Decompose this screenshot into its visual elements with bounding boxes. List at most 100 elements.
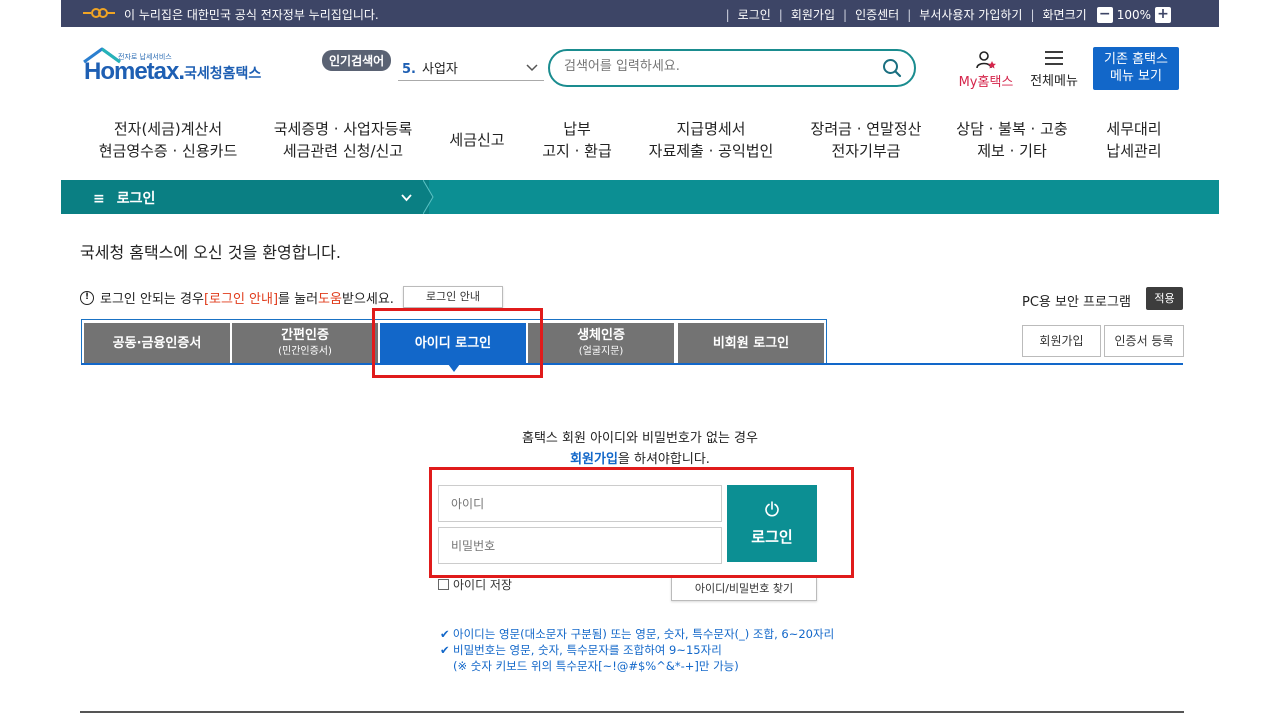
nav-label-line2: 납세관리 xyxy=(1106,142,1162,160)
chevron-down-icon xyxy=(401,194,412,202)
tab-sublabel: (얼굴지문) xyxy=(578,346,624,357)
nav-item-certificate[interactable]: 국세증명 · 사업자등록 세금관련 신청/신고 xyxy=(266,118,420,162)
search-box xyxy=(548,49,916,87)
nts-hometax-logo-text[interactable]: 국세청홈택스 xyxy=(184,63,261,83)
hometax-logo[interactable]: Hometax. xyxy=(84,58,185,86)
tab-underline xyxy=(81,363,1183,365)
chevron-down-icon[interactable] xyxy=(526,64,538,72)
user-star-icon xyxy=(976,51,996,69)
nav-label-line2: 자료제출 · 공익법인 xyxy=(648,142,774,160)
login-guide-button[interactable]: 로그인 안내 xyxy=(403,286,503,308)
legacy-menu-line1: 기존 홈택스 xyxy=(1104,52,1168,67)
pc-security-label: PC용 보안 프로그램 xyxy=(1022,295,1131,310)
breadcrumb-label: 로그인 xyxy=(116,191,156,207)
input-rules: ✔ 아이디는 영문(대소문자 구분됨) 또는 영문, 숫자, 특수문자(_) 조합… xyxy=(440,626,834,674)
help-text-help: 도움 xyxy=(318,292,342,307)
cert-register-button[interactable]: 인증서 등록 xyxy=(1104,325,1184,357)
tab-label: 생체인증 xyxy=(577,328,625,343)
checkbox-icon xyxy=(438,579,449,590)
gov-link-dept-user[interactable]: 부서사용자 가입하기 xyxy=(919,6,1022,23)
help-text-pre: 로그인 안되는 경우 xyxy=(100,292,204,307)
search-input[interactable] xyxy=(564,59,864,74)
nav-label-line2: 현금영수증 · 신용카드 xyxy=(98,142,238,160)
signup-link[interactable]: 회원가입 xyxy=(570,452,618,467)
rule-password: ✔ 비밀번호는 영문, 숫자, 특수문자를 조합하여 9~15자리 xyxy=(440,643,722,657)
popular-keyword-underline xyxy=(398,80,544,81)
gov-banner: 이 누리집은 대한민국 공식 전자정부 누리집입니다. | 로그인 | 회원가입… xyxy=(61,0,1219,27)
gov-banner-text: 이 누리집은 대한민국 공식 전자정부 누리집입니다. xyxy=(124,8,379,22)
zoom-out-button[interactable]: − xyxy=(1096,6,1113,23)
popular-keyword-rank: 5. xyxy=(402,62,416,77)
nav-item-statements[interactable]: 지급명세서 자료제출 · 공익법인 xyxy=(638,118,784,162)
menu-icon: ≡ xyxy=(93,191,105,207)
right-gutter xyxy=(1218,0,1280,720)
breadcrumb-dropdown[interactable]: ≡ 로그인 xyxy=(61,180,429,214)
nav-label-line1: 납부 xyxy=(563,120,591,138)
left-gutter xyxy=(0,0,61,720)
all-menu-button[interactable]: 전체메뉴 xyxy=(1026,50,1082,89)
save-id-label: 아이디 저장 xyxy=(453,578,513,592)
tab-non-member[interactable]: 비회원 로그인 xyxy=(678,323,824,365)
breadcrumb: ≡ 로그인 xyxy=(61,180,1219,214)
my-hometax-label: My홈택스 xyxy=(958,75,1014,90)
nav-item-tax-agent[interactable]: 세무대리 납세관리 xyxy=(1094,118,1174,162)
tab-label: 공동·금융인증서 xyxy=(112,336,202,351)
nav-item-consult[interactable]: 상담 · 불복 · 고충 제보 · 기타 xyxy=(948,118,1076,162)
gov-links: | 로그인 | 회원가입 | 인증센터 | 부서사용자 가입하기 | 화면크기 … xyxy=(718,6,1171,23)
check-icon: ✔ xyxy=(440,627,450,641)
legacy-menu-button[interactable]: 기존 홈택스 메뉴 보기 xyxy=(1093,47,1179,90)
nav-label-line2: 전자기부금 xyxy=(831,142,901,160)
nav-label-line1: 국세증명 · 사업자등록 xyxy=(273,120,413,138)
check-icon: ✔ xyxy=(440,643,450,657)
nav-item-einvoice[interactable]: 전자(세금)계산서 현금영수증 · 신용카드 xyxy=(80,118,256,162)
signup-guide: 홈택스 회원 아이디와 비밀번호가 없는 경우 회원가입을 하셔야합니다. xyxy=(0,428,1280,470)
nav-label-line1: 세금신고 xyxy=(449,131,505,149)
nav-item-payment[interactable]: 납부 고지 · 환급 xyxy=(534,118,620,162)
login-help-text: ! 로그인 안되는 경우 [로그인 안내] 를 눌러 도움 받으세요. xyxy=(80,288,394,307)
nav-label-line1: 상담 · 불복 · 고충 xyxy=(956,120,1068,138)
main-nav: 전자(세금)계산서 현금영수증 · 신용카드 국세증명 · 사업자등록 세금관련… xyxy=(80,118,1180,166)
nav-label-line1: 지급명세서 xyxy=(676,120,746,138)
page-title: 국세청 홈택스에 오신 것을 환영합니다. xyxy=(80,243,341,262)
legacy-menu-line2: 메뉴 보기 xyxy=(1110,69,1162,84)
nav-item-tax-report[interactable]: 세금신고 xyxy=(432,129,522,151)
join-button[interactable]: 회원가입 xyxy=(1022,325,1101,357)
help-text-guide: [로그인 안내] xyxy=(203,292,279,307)
zoom-value: 100% xyxy=(1116,7,1151,22)
gov-link-cert-center[interactable]: 인증센터 xyxy=(855,6,899,23)
all-menu-label: 전체메뉴 xyxy=(1030,74,1078,89)
rule-id: ✔ 아이디는 영문(대소문자 구분됨) 또는 영문, 숫자, 특수문자(_) 조합… xyxy=(440,627,835,641)
nav-item-incentive[interactable]: 장려금 · 연말정산 전자기부금 xyxy=(802,118,930,162)
nav-label-line2: 고지 · 환급 xyxy=(542,142,612,160)
help-text-post: 받으세요. xyxy=(341,292,394,307)
my-hometax-button[interactable]: My홈택스 xyxy=(955,50,1017,90)
tab-label: 비회원 로그인 xyxy=(712,336,790,351)
screen-size-label: 화면크기 xyxy=(1042,8,1087,22)
rule-password-note: (※ 숫자 키보드 위의 특수문자[~!@#$%^&*-+]만 가능) xyxy=(453,659,739,673)
nav-label-line1: 전자(세금)계산서 xyxy=(113,120,223,138)
popular-keyword-text: 사업자 xyxy=(421,62,458,77)
breadcrumb-separator-icon xyxy=(423,180,434,214)
tab-simple-auth[interactable]: 간편인증 (민간인증서) xyxy=(232,323,378,365)
info-icon: ! xyxy=(80,290,94,305)
gov-link-join[interactable]: 회원가입 xyxy=(791,6,835,23)
tab-sublabel: (민간인증서) xyxy=(278,346,332,357)
nav-label-line1: 장려금 · 연말정산 xyxy=(810,120,922,138)
pc-security-apply-button[interactable]: 적용 xyxy=(1146,287,1183,310)
hamburger-menu-icon xyxy=(1045,51,1063,65)
popular-keyword[interactable]: 5. 사업자 xyxy=(402,58,458,77)
search-icon[interactable] xyxy=(882,58,902,78)
signup-guide-line1: 홈택스 회원 아이디와 비밀번호가 없는 경우 xyxy=(522,431,758,446)
gov-link-login[interactable]: 로그인 xyxy=(738,6,771,23)
highlight-box-tab xyxy=(372,308,543,378)
popular-keyword-badge: 인기검색어 xyxy=(322,50,392,71)
zoom-in-button[interactable]: + xyxy=(1155,6,1171,23)
signup-guide-line2: 을 하셔야합니다. xyxy=(617,452,710,467)
tab-biometric[interactable]: 생체인증 (얼굴지문) xyxy=(528,323,674,365)
tab-joint-cert[interactable]: 공동·금융인증서 xyxy=(84,323,230,365)
save-id-checkbox[interactable]: 아이디 저장 xyxy=(438,576,512,593)
find-id-password-button[interactable]: 아이디/비밀번호 찾기 xyxy=(671,577,817,601)
nav-label-line2: 세금관련 신청/신고 xyxy=(282,142,404,160)
highlight-box-form xyxy=(429,467,854,578)
tab-label: 간편인증 xyxy=(281,328,329,343)
